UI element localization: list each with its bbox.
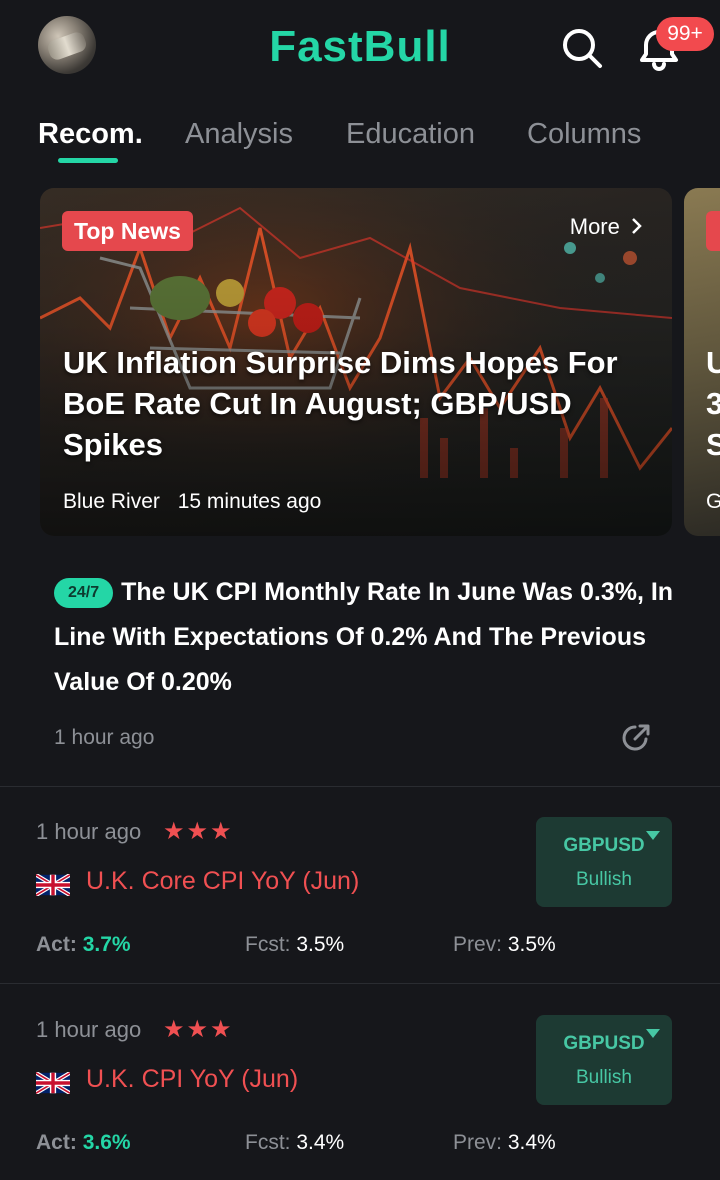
previous-value: Prev: 3.4% <box>453 1131 556 1155</box>
flash-headline: The UK CPI Monthly Rate In June Was 0.3%… <box>54 578 674 696</box>
featured-news-card[interactable]: Top News More UK Inflation Surprise Dims… <box>40 188 672 536</box>
actual-value: Act: 3.7% <box>36 933 131 957</box>
pair-bias: Bullish <box>576 1067 632 1088</box>
uk-flag-icon <box>36 874 70 896</box>
event-title: U.K. CPI YoY (Jun) <box>86 1065 299 1093</box>
timestamp: 15 minutes ago <box>177 490 322 513</box>
flash-text-block: 24/7 The UK CPI Monthly Rate In June Was … <box>54 570 674 705</box>
previous-number: 3.4% <box>507 1131 556 1154</box>
uk-flag-icon <box>36 1072 70 1094</box>
importance-stars: ★★★ <box>163 818 234 845</box>
app-header: FastBull 99+ <box>0 0 720 100</box>
next-news-meta: G <box>706 490 720 513</box>
forecast-label: Fcst: <box>245 1131 291 1154</box>
app-logo: FastBull <box>269 22 451 71</box>
calendar-event[interactable]: 1 hour ago ★★★ U.K. CPI YoY (Jun) GBPUSD… <box>0 985 720 1180</box>
previous-label: Prev: <box>453 1131 503 1154</box>
importance-stars: ★★★ <box>163 1016 234 1043</box>
more-link[interactable]: More <box>570 214 644 240</box>
calendar-event[interactable]: 1 hour ago ★★★ U.K. Core CPI YoY (Jun) G… <box>0 787 720 982</box>
divider <box>0 983 720 984</box>
previous-label: Prev: <box>453 933 503 956</box>
next-news-card[interactable]: U 3 S G <box>684 188 720 536</box>
tab-education[interactable]: Education <box>346 118 475 151</box>
featured-title: UK Inflation Surprise Dims Hopes For BoE… <box>63 345 618 462</box>
next-news-title: U 3 S <box>706 345 720 462</box>
event-time: 1 hour ago <box>36 1017 142 1042</box>
tag-247: 24/7 <box>54 578 114 608</box>
flash-timestamp: 1 hour ago <box>54 726 155 749</box>
notification-badge: 99+ <box>656 17 714 51</box>
event-title: U.K. Core CPI YoY (Jun) <box>86 867 360 895</box>
event-time: 1 hour ago <box>36 819 142 844</box>
chevron-right-icon <box>632 218 642 234</box>
forecast-number: 3.5% <box>296 933 345 956</box>
actual-value: Act: 3.6% <box>36 1131 131 1155</box>
actual-number: 3.6% <box>82 1131 131 1154</box>
author: Blue River <box>63 490 160 513</box>
featured-meta: Blue River 15 minutes ago <box>63 490 333 514</box>
more-label: More <box>569 214 620 239</box>
forecast-value: Fcst: 3.4% <box>245 1131 344 1155</box>
tab-recom[interactable]: Recom. <box>38 118 143 151</box>
forecast-value: Fcst: 3.5% <box>245 933 344 957</box>
search-icon[interactable] <box>560 26 604 70</box>
forecast-number: 3.4% <box>296 1131 345 1154</box>
pair-name: GBPUSD <box>563 1033 645 1054</box>
actual-label: Act: <box>36 1131 77 1154</box>
tab-columns[interactable]: Columns <box>527 118 641 151</box>
actual-label: Act: <box>36 933 77 956</box>
share-icon[interactable] <box>620 722 652 754</box>
previous-number: 3.5% <box>507 933 556 956</box>
tab-analysis[interactable]: Analysis <box>185 118 293 151</box>
forecast-label: Fcst: <box>245 933 291 956</box>
pair-impact-button[interactable]: GBPUSD Bullish <box>536 1015 672 1105</box>
previous-value: Prev: 3.5% <box>453 933 556 957</box>
next-news-tag <box>706 211 720 251</box>
pair-name: GBPUSD <box>563 835 645 856</box>
pair-bias: Bullish <box>576 869 632 890</box>
actual-number: 3.7% <box>82 933 131 956</box>
active-tab-indicator <box>58 158 118 163</box>
top-news-tag: Top News <box>62 211 193 251</box>
pair-impact-button[interactable]: GBPUSD Bullish <box>536 817 672 907</box>
category-tabs: Recom. Analysis Education Columns <box>0 112 720 172</box>
flash-news-item[interactable]: 24/7 The UK CPI Monthly Rate In June Was … <box>54 570 674 705</box>
